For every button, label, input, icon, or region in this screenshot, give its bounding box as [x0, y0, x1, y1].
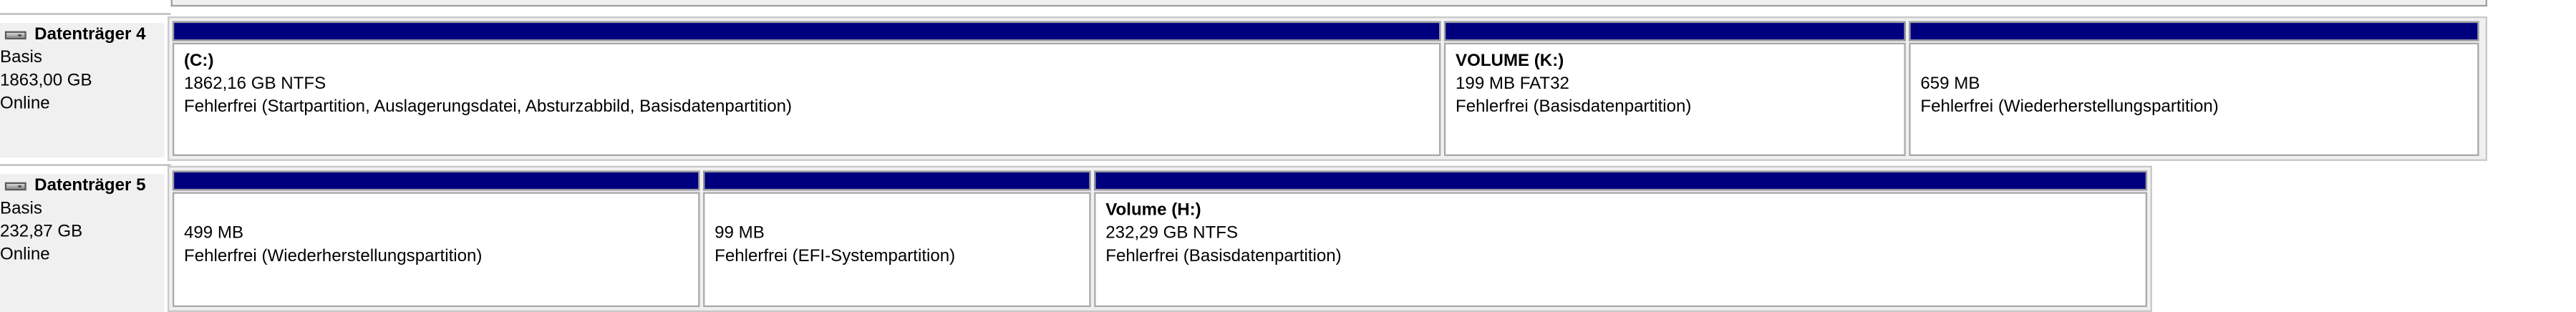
partition-recovery[interactable]: 499 MB Fehlerfrei (Wiederherstellungspar… — [172, 170, 700, 308]
disk-name: Datenträger 5 — [34, 175, 146, 196]
partition-recovery[interactable]: 659 MB Fehlerfrei (Wiederherstellungspar… — [1909, 21, 2479, 156]
disk-4-partitions-frame: (C:) 1862,16 GB NTFS Fehlerfrei (Startpa… — [168, 16, 2488, 161]
partition-info: 99 MB — [715, 223, 765, 243]
disk-type: Basis — [0, 198, 42, 219]
disk-size: 232,87 GB — [0, 221, 83, 242]
partition-bar — [703, 170, 1091, 191]
partition-body: VOLUME (K:) 199 MB FAT32 Fehlerfrei (Bas… — [1443, 42, 1906, 156]
hard-disk-icon — [4, 181, 26, 190]
partition-c[interactable]: (C:) 1862,16 GB NTFS Fehlerfrei (Startpa… — [172, 21, 1441, 156]
disk-5-partitions-frame: 499 MB Fehlerfrei (Wiederherstellungspar… — [168, 165, 2152, 312]
disk-4-title-row: Datenträger 4 — [0, 23, 164, 46]
partition-info: 199 MB FAT32 — [1456, 74, 1569, 94]
partition-name: Volume (H:) — [1105, 200, 1201, 220]
partition-bar — [172, 21, 1441, 42]
partition-name: (C:) — [183, 51, 214, 71]
partition-efi[interactable]: 99 MB Fehlerfrei (EFI-Systempartition) — [703, 170, 1091, 308]
partition-status: Fehlerfrei (Basisdatenpartition) — [1456, 97, 1692, 117]
partition-bar — [1443, 21, 1906, 42]
partition-bar — [172, 170, 700, 191]
disk-status: Online — [0, 244, 50, 265]
partition-info: 659 MB — [1920, 74, 1980, 94]
partition-status: Fehlerfrei (EFI-Systempartition) — [715, 246, 956, 266]
previous-disk-frame-edge — [170, 0, 2488, 7]
partition-info: 1862,16 GB NTFS — [183, 74, 326, 94]
partition-status: Fehlerfrei (Startpartition, Auslagerungs… — [183, 97, 793, 117]
row-separator — [0, 164, 171, 166]
partition-body: 99 MB Fehlerfrei (EFI-Systempartition) — [703, 192, 1091, 308]
disk-5-title-row: Datenträger 5 — [0, 174, 164, 197]
disk-type: Basis — [0, 47, 42, 68]
hard-disk-icon — [4, 30, 26, 39]
partition-h[interactable]: Volume (H:) 232,29 GB NTFS Fehlerfrei (B… — [1094, 170, 2148, 308]
partition-info: 232,29 GB NTFS — [1105, 223, 1239, 243]
partition-name: VOLUME (K:) — [1456, 51, 1564, 71]
disk-5-label[interactable]: Datenträger 5 Basis 232,87 GB Online — [0, 174, 165, 312]
partition-status: Fehlerfrei (Wiederherstellungspartition) — [1920, 97, 2219, 117]
partition-body: 499 MB Fehlerfrei (Wiederherstellungspar… — [172, 192, 700, 308]
partition-bar — [1909, 21, 2479, 42]
disk-management-graphical-view: Datenträger 4 Basis 1863,00 GB Online (C… — [0, 0, 2576, 312]
disk-size: 1863,00 GB — [0, 70, 92, 91]
partition-status: Fehlerfrei (Basisdatenpartition) — [1105, 246, 1342, 266]
partition-body: (C:) 1862,16 GB NTFS Fehlerfrei (Startpa… — [172, 42, 1441, 156]
disk-name: Datenträger 4 — [34, 24, 146, 44]
partition-info: 499 MB — [183, 223, 244, 243]
partition-k[interactable]: VOLUME (K:) 199 MB FAT32 Fehlerfrei (Bas… — [1443, 21, 1906, 156]
partition-status: Fehlerfrei (Wiederherstellungspartition) — [183, 246, 483, 266]
disk-4-label[interactable]: Datenträger 4 Basis 1863,00 GB Online — [0, 23, 165, 158]
partition-body: 659 MB Fehlerfrei (Wiederherstellungspar… — [1909, 42, 2479, 156]
partition-body: Volume (H:) 232,29 GB NTFS Fehlerfrei (B… — [1094, 192, 2148, 308]
partition-bar — [1094, 170, 2148, 191]
row-separator — [0, 13, 171, 15]
disk-status: Online — [0, 93, 50, 114]
